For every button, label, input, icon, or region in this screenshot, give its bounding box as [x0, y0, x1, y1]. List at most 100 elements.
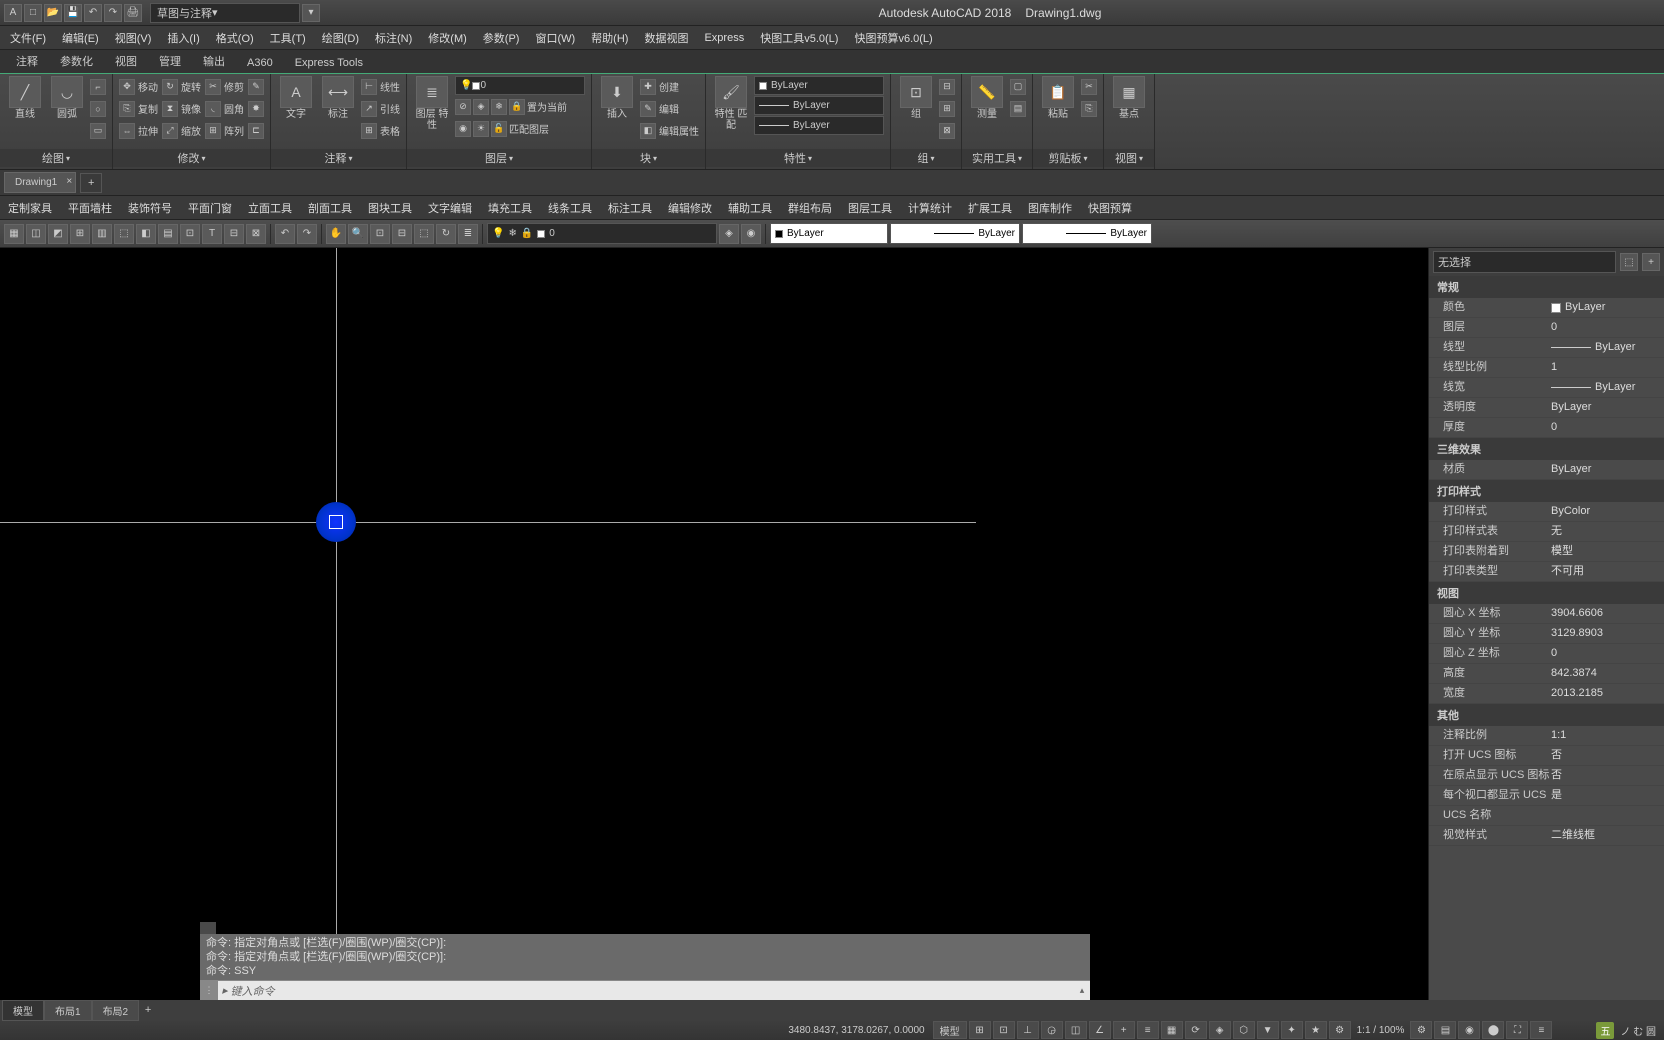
ttab-8[interactable]: 填充工具	[480, 197, 540, 219]
app-menu-icon[interactable]: A	[4, 4, 22, 22]
layer-off-button[interactable]: ⊘	[455, 96, 471, 117]
prop-ucsicon[interactable]: 否	[1551, 748, 1664, 763]
match-props-button[interactable]: 🖌特性 匹配	[712, 76, 750, 131]
edit-block-button[interactable]: ✎编辑	[640, 98, 699, 119]
tb-regen[interactable]: ↻	[436, 224, 456, 244]
pickadd-icon[interactable]: +	[1642, 253, 1660, 271]
add-layout-button[interactable]: +	[139, 1004, 157, 1016]
menu-help[interactable]: 帮助(H)	[583, 27, 636, 49]
scale-button[interactable]: ⤢缩放	[162, 120, 201, 141]
quickselect-icon[interactable]: ⬚	[1620, 253, 1638, 271]
offset-button[interactable]: ⊏	[248, 120, 264, 141]
match-layer-button[interactable]: 匹配图层	[509, 118, 549, 139]
prop-layer[interactable]: 0	[1551, 320, 1664, 335]
ttab-4[interactable]: 立面工具	[240, 197, 300, 219]
menu-dim[interactable]: 标注(N)	[367, 27, 420, 49]
menu-insert[interactable]: 插入(I)	[159, 27, 207, 49]
menu-kuaitu-budget[interactable]: 快图预算v6.0(L)	[846, 27, 940, 49]
snap-toggle[interactable]: ⊡	[993, 1021, 1015, 1039]
menu-express[interactable]: Express	[696, 29, 752, 47]
tb-zoomp[interactable]: ⊟	[392, 224, 412, 244]
color-combo[interactable]: ByLayer	[770, 223, 888, 244]
scroll-up-icon[interactable]: ▴	[1074, 985, 1090, 996]
prop-thickness[interactable]: 0	[1551, 420, 1664, 435]
save-icon[interactable]: 💾	[64, 4, 82, 22]
menu-dataview[interactable]: 数据视图	[636, 27, 696, 49]
ttab-13[interactable]: 群组布局	[780, 197, 840, 219]
anno-monitor-icon[interactable]: ▤	[1434, 1021, 1456, 1039]
layer-props-button[interactable]: ≣图层 特性	[413, 76, 451, 131]
ttab-18[interactable]: 快图预算	[1080, 197, 1140, 219]
ribbon-tab-parametric[interactable]: 参数化	[50, 49, 103, 73]
create-block-button[interactable]: ✚创建	[640, 76, 699, 97]
dyn-ucs-toggle[interactable]: ⬡	[1233, 1021, 1255, 1039]
tb-10[interactable]: T	[202, 224, 222, 244]
ttab-1[interactable]: 平面墙柱	[60, 197, 120, 219]
explode-button[interactable]: ✸	[248, 98, 264, 119]
tb-12[interactable]: ⊠	[246, 224, 266, 244]
drawing-canvas[interactable]: × 🔧 命令: 指定对角点或 [栏选(F)/圈围(WP)/圈交(CP)]: 命令…	[0, 248, 1428, 1000]
ttab-17[interactable]: 图库制作	[1020, 197, 1080, 219]
calc-button[interactable]: ▤	[1010, 98, 1026, 119]
tb-zoome[interactable]: ⬚	[414, 224, 434, 244]
prop-height[interactable]: 842.3874	[1551, 666, 1664, 681]
menu-view[interactable]: 视图(V)	[107, 27, 160, 49]
ttab-0[interactable]: 定制家具	[0, 197, 60, 219]
menu-window[interactable]: 窗口(W)	[527, 27, 583, 49]
prop-lineweight[interactable]: ByLayer	[1551, 380, 1664, 395]
tb-5[interactable]: ▥	[92, 224, 112, 244]
mirror-button[interactable]: ⧗镜像	[162, 98, 201, 119]
tb-lay2[interactable]: ◉	[741, 224, 761, 244]
menu-modify[interactable]: 修改(M)	[420, 27, 475, 49]
fillet-button[interactable]: ◟圆角	[205, 98, 244, 119]
transp-toggle[interactable]: ▦	[1161, 1021, 1183, 1039]
menu-tools[interactable]: 工具(T)	[262, 27, 314, 49]
ttab-5[interactable]: 剖面工具	[300, 197, 360, 219]
prop-linetype[interactable]: ByLayer	[1551, 340, 1664, 355]
gizmo-toggle[interactable]: ✦	[1281, 1021, 1303, 1039]
ttab-3[interactable]: 平面门窗	[180, 197, 240, 219]
ttab-15[interactable]: 计算统计	[900, 197, 960, 219]
leader-button[interactable]: ↗引线	[361, 98, 400, 119]
copy-clip-button[interactable]: ⎘	[1081, 98, 1097, 119]
prop-transparency[interactable]: ByLayer	[1551, 400, 1664, 415]
custom-icon[interactable]: ≡	[1530, 1021, 1552, 1039]
layer-thaw-button[interactable]: ☀	[473, 118, 489, 139]
rotate-button[interactable]: ↻旋转	[162, 76, 201, 97]
menu-edit[interactable]: 编辑(E)	[54, 27, 107, 49]
menu-draw[interactable]: 绘图(D)	[314, 27, 367, 49]
dyn-toggle[interactable]: +	[1113, 1021, 1135, 1039]
select-button[interactable]: ▢	[1010, 76, 1026, 97]
ttab-2[interactable]: 装饰符号	[120, 197, 180, 219]
prop-centery[interactable]: 3129.8903	[1551, 626, 1664, 641]
ribbon-tab-manage[interactable]: 管理	[149, 49, 191, 73]
tb-2[interactable]: ◫	[26, 224, 46, 244]
menu-kuaitu[interactable]: 快图工具v5.0(L)	[752, 27, 846, 49]
line-button[interactable]: ╱直线	[6, 76, 44, 120]
linetype-select[interactable]: ByLayer	[754, 96, 884, 115]
polar-toggle[interactable]: ◶	[1041, 1021, 1063, 1039]
prop-ucsname[interactable]	[1551, 808, 1664, 823]
3dosnap-toggle[interactable]: ◈	[1209, 1021, 1231, 1039]
circle-button[interactable]: ○	[90, 98, 106, 119]
anno-vis-toggle[interactable]: ★	[1305, 1021, 1327, 1039]
tb-props[interactable]: ≣	[458, 224, 478, 244]
model-button[interactable]: 模型	[933, 1021, 967, 1039]
copy-button[interactable]: ⎘复制	[119, 98, 158, 119]
ttab-16[interactable]: 扩展工具	[960, 197, 1020, 219]
menu-param[interactable]: 参数(P)	[475, 27, 528, 49]
stretch-button[interactable]: ⇔拉伸	[119, 120, 158, 141]
text-button[interactable]: A文字	[277, 76, 315, 120]
polyline-button[interactable]: ⌐	[90, 76, 106, 97]
ribbon-tab-annotate[interactable]: 注释	[6, 49, 48, 73]
tb-11[interactable]: ⊟	[224, 224, 244, 244]
tb-zoom[interactable]: 🔍	[348, 224, 368, 244]
tb-6[interactable]: ⬚	[114, 224, 134, 244]
layer-on-button[interactable]: ◉	[455, 118, 471, 139]
otrack-toggle[interactable]: ∠	[1089, 1021, 1111, 1039]
prop-ltscale[interactable]: 1	[1551, 360, 1664, 375]
ttab-9[interactable]: 线条工具	[540, 197, 600, 219]
tb-undo[interactable]: ↶	[275, 224, 295, 244]
tb-8[interactable]: ▤	[158, 224, 178, 244]
tb-4[interactable]: ⊞	[70, 224, 90, 244]
